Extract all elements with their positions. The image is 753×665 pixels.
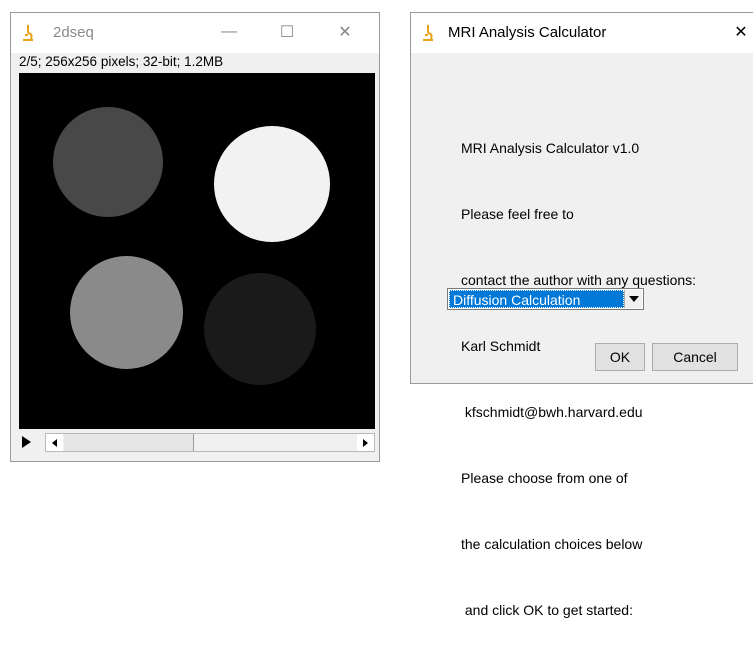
- slice-scrollbar[interactable]: [45, 433, 375, 452]
- microscope-icon: [23, 25, 33, 41]
- message-line: the calculation choices below: [461, 536, 643, 552]
- message-line: and click OK to get started:: [461, 602, 633, 618]
- message-line: Please feel free to: [461, 206, 574, 222]
- play-icon[interactable]: [22, 436, 31, 448]
- message-line: Please choose from one of: [461, 470, 628, 486]
- microscope-icon: [423, 25, 433, 41]
- chevron-down-icon: [628, 296, 639, 302]
- maximize-button[interactable]: ☐: [265, 17, 309, 47]
- scroll-right-button[interactable]: [357, 434, 374, 451]
- phantom-disk-bottom-right: [204, 273, 316, 385]
- image-window-titlebar[interactable]: 2dseq — ☐ ✕: [11, 13, 379, 53]
- phantom-disk-bottom-left: [70, 256, 183, 369]
- dialog-close-button[interactable]: ✕: [719, 17, 753, 47]
- mri-image-canvas[interactable]: [19, 73, 375, 429]
- close-button[interactable]: ✕: [323, 17, 367, 47]
- author-email: kfschmidt@bwh.harvard.edu: [461, 404, 643, 420]
- image-window: 2dseq — ☐ ✕ 2/5; 256x256 pixels; 32-bit;…: [10, 12, 380, 462]
- minimize-button[interactable]: —: [207, 17, 251, 47]
- phantom-disk-top-right: [214, 126, 330, 242]
- image-info-text: 2/5; 256x256 pixels; 32-bit; 1.2MB: [19, 54, 224, 69]
- dialog-message: MRI Analysis Calculator v1.0 Please feel…: [461, 93, 696, 665]
- phantom-disk-top-left: [53, 107, 163, 217]
- slice-controls: [19, 433, 375, 453]
- calculation-select-value: Diffusion Calculation: [449, 290, 624, 308]
- mri-calculator-dialog: MRI Analysis Calculator ✕ MRI Analysis C…: [410, 12, 753, 618]
- dialog-title: MRI Analysis Calculator: [448, 24, 607, 41]
- image-window-title: 2dseq: [53, 24, 94, 41]
- scroll-thumb[interactable]: [64, 434, 194, 451]
- message-line: MRI Analysis Calculator v1.0: [461, 140, 640, 156]
- dialog-titlebar[interactable]: MRI Analysis Calculator ✕: [411, 13, 753, 53]
- arrow-right-icon: [363, 438, 368, 447]
- dropdown-button[interactable]: [624, 290, 642, 308]
- arrow-left-icon: [52, 438, 57, 447]
- calculation-select[interactable]: Diffusion Calculation: [447, 288, 644, 310]
- cancel-button[interactable]: Cancel: [652, 343, 738, 371]
- scroll-left-button[interactable]: [46, 434, 63, 451]
- ok-button[interactable]: OK: [595, 343, 645, 371]
